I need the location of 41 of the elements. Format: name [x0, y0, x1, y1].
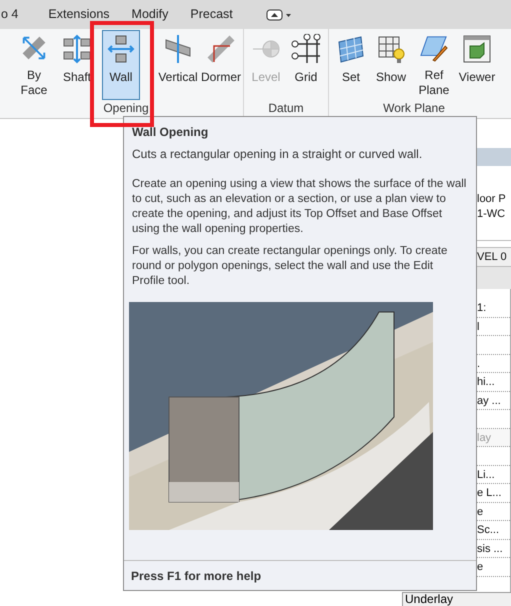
show-tool-icon [376, 34, 406, 64]
property-cell: e [477, 502, 510, 521]
property-cell: . [477, 354, 510, 373]
view-title: loor P [477, 192, 507, 207]
tooltip-paragraph: For walls, you can create rectangular openings only. To create round or polygon openings, select the wall and use the Edit Profile tool. [132, 244, 448, 289]
panel-title: Work Plane [383, 101, 445, 117]
panel-toggle-icon[interactable] [266, 8, 292, 20]
ribbon-tool-button: Level [247, 30, 285, 100]
level-field[interactable]: VEL 0 [477, 247, 511, 267]
ribbon-tab[interactable]: Modify [120, 5, 180, 24]
underlay-label: Underlay [402, 592, 511, 606]
ribbon-tool-button[interactable]: Viewer [458, 30, 496, 100]
panel-title: Opening [103, 101, 149, 117]
ribbon-tool-button[interactable]: Wall [102, 30, 140, 100]
ribbon-tool-button[interactable]: Show [372, 30, 410, 100]
ribbon-tool-button[interactable]: Vertical [156, 30, 200, 100]
wall-tool-icon [106, 34, 136, 64]
tooltip-title: Wall Opening [132, 124, 210, 141]
ribbon-tool-button[interactable]: Set [332, 30, 370, 100]
ribbon-tab[interactable]: Extensions [37, 5, 121, 24]
viewer-tool-icon [462, 34, 492, 64]
property-cell: ay ... [477, 392, 510, 410]
ribbon-tool-button[interactable]: Shaft [58, 30, 96, 100]
tooltip-paragraph: Create an opening using a view that shows the surface of the wall to cut, such as an elevation or a section, or use a plan view to create the opening, and adjust its Top Offset and Base Offset using the wall opening properties. [132, 177, 468, 237]
ribbon-tab[interactable]: o 4 [0, 5, 38, 24]
panel-title: Datum [268, 101, 304, 117]
ribbon-tool-button[interactable]: Dormer [202, 30, 240, 100]
grid-tool-icon [291, 34, 321, 64]
property-cell: Li... [477, 466, 510, 484]
tooltip-summary: Cuts a rectangular opening in a straight or curved wall. [132, 147, 424, 162]
ribbon-tab[interactable]: Precast [179, 5, 244, 24]
property-cell: sis ... [477, 540, 510, 558]
ribbon-tool-button[interactable]: Grid [287, 30, 325, 100]
ribbon-tool-button[interactable]: By Face [12, 30, 56, 100]
tooltip-footer: Press F1 for more help [124, 560, 476, 590]
property-cell: lay [477, 428, 510, 447]
view-title: 1-WC [477, 207, 506, 222]
panel-header-bar [477, 148, 511, 166]
ribbon-tool-button[interactable]: Ref Plane [412, 30, 456, 100]
column-header-bar [477, 267, 511, 289]
property-cell: l [477, 318, 510, 336]
